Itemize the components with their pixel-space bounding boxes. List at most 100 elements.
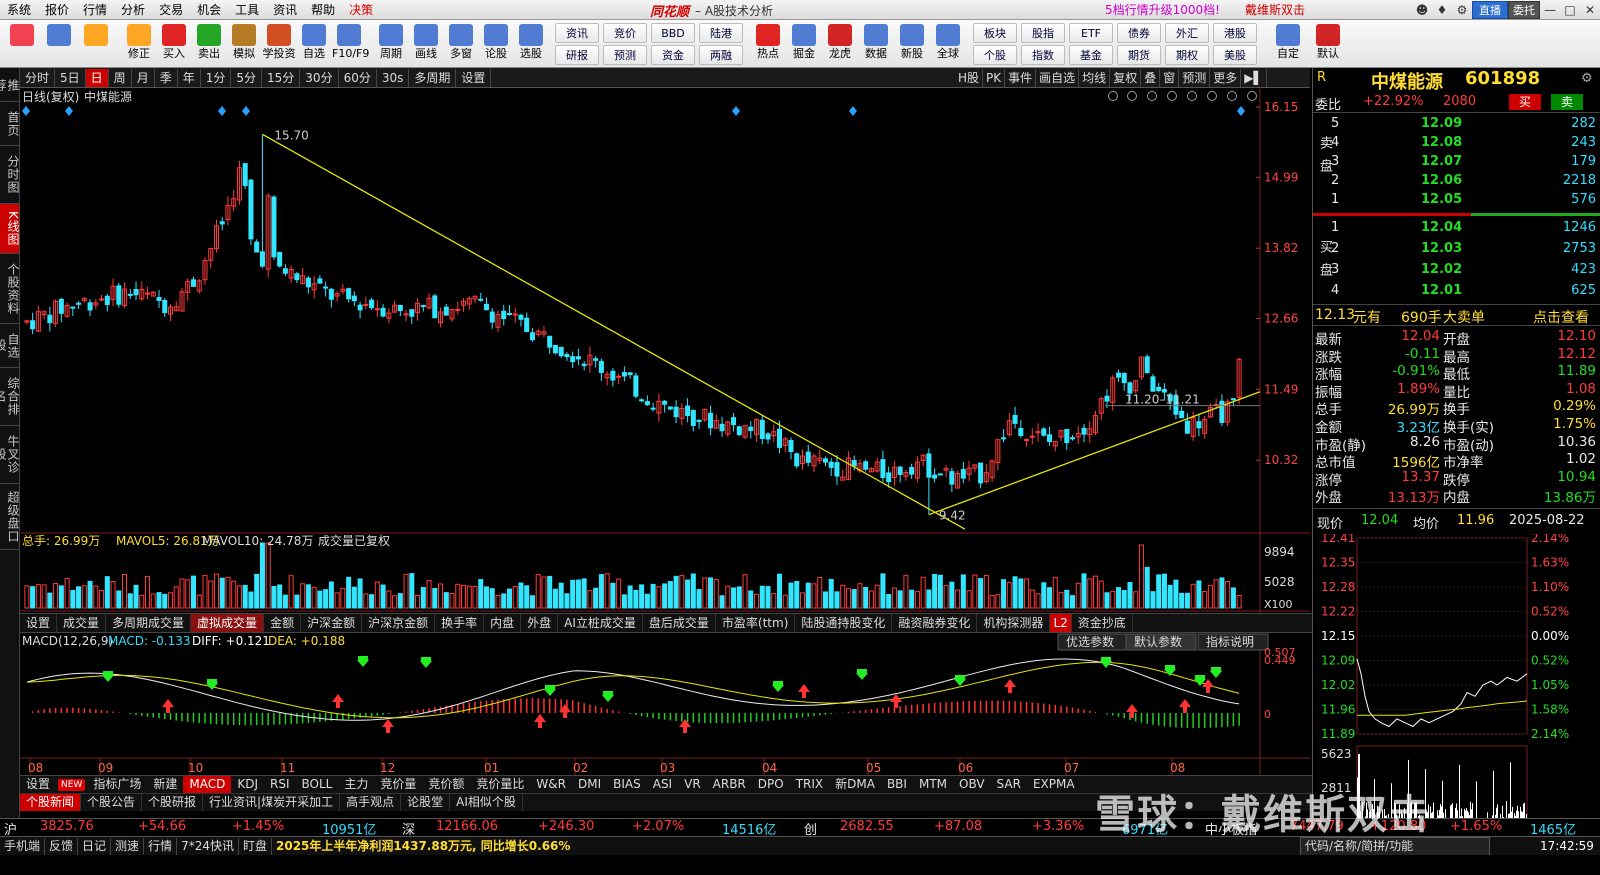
- news-tab-2[interactable]: 个股研报: [142, 794, 204, 811]
- period-tab-4[interactable]: 月: [132, 68, 155, 87]
- menu-market[interactable]: 行情: [76, 0, 114, 20]
- indicator-tab-3[interactable]: 新建: [147, 776, 183, 793]
- sell-price[interactable]: 12.07: [1421, 154, 1462, 169]
- toolbar-assistant-button[interactable]: [41, 22, 77, 66]
- indicator-tab-7[interactable]: BOLL: [296, 776, 339, 793]
- minimize-icon[interactable]: —: [1540, 3, 1560, 17]
- toolbar-buy-button[interactable]: 买入: [157, 22, 191, 66]
- menu-trade[interactable]: 交易: [152, 0, 190, 20]
- close-icon[interactable]: ✕: [1580, 3, 1600, 17]
- volume-indicator-4[interactable]: 金额: [264, 614, 302, 632]
- volume-indicator-8[interactable]: 内盘: [484, 614, 522, 632]
- settings-icon[interactable]: ⚙: [1452, 3, 1472, 17]
- big-order-link[interactable]: 点击查看: [1533, 307, 1589, 327]
- volume-indicator-16[interactable]: L2: [1050, 614, 1072, 632]
- period-tab-2[interactable]: 日: [85, 68, 109, 87]
- user-icon[interactable]: ☻: [1412, 3, 1432, 17]
- leftnav-item-5[interactable]: 自选股: [0, 324, 20, 368]
- status-feedback[interactable]: 反馈: [45, 837, 79, 855]
- toolbar-globe-button[interactable]: 全球: [931, 22, 965, 66]
- index-sh-value[interactable]: 3825.76: [40, 819, 94, 834]
- sell-price[interactable]: 12.05: [1421, 192, 1462, 207]
- chart-tool-6[interactable]: 叠: [1141, 69, 1161, 87]
- indicator-tab-13[interactable]: DMI: [572, 776, 607, 793]
- news-tab-4[interactable]: 高手观点: [340, 794, 402, 811]
- period-tab-8[interactable]: 5分: [231, 68, 263, 87]
- indicator-tab-17[interactable]: ARBR: [707, 776, 752, 793]
- indicator-tab-8[interactable]: 主力: [338, 776, 374, 793]
- indicator-tab-2[interactable]: 指标广场: [87, 776, 147, 793]
- status-diary[interactable]: 日记: [78, 837, 112, 855]
- menu-help[interactable]: 帮助: [304, 0, 342, 20]
- buy-price[interactable]: 12.02: [1421, 262, 1462, 277]
- toolbar-magnify-button[interactable]: 选股: [514, 22, 548, 66]
- toolbar-gold-button[interactable]: 掘金: [787, 22, 821, 66]
- chart-tool-1[interactable]: PK: [983, 69, 1006, 87]
- indicator-tab-12[interactable]: W&R: [530, 776, 572, 793]
- leftnav-item-7[interactable]: 牛叉诊股: [0, 426, 20, 484]
- bell-icon[interactable]: ♦: [1432, 3, 1452, 17]
- volume-indicator-7[interactable]: 换手率: [435, 614, 485, 632]
- indicator-tab-4[interactable]: MACD: [183, 776, 232, 793]
- news-ticker[interactable]: 2025年上半年净利润1437.88万元, 同比增长0.66%: [272, 838, 852, 855]
- toolbar-windows-button[interactable]: 多窗: [444, 22, 478, 66]
- sell-price[interactable]: 12.06: [1421, 173, 1462, 188]
- chart-tool-5[interactable]: 复权: [1110, 69, 1142, 87]
- toolbar-f10-button[interactable]: F10/F9: [332, 22, 369, 66]
- indicator-tab-15[interactable]: ASI: [647, 776, 678, 793]
- toolbar-clock-button[interactable]: 周期: [374, 22, 408, 66]
- leftnav-item-6[interactable]: 综合排名: [0, 368, 20, 426]
- news-tab-5[interactable]: 论股堂: [401, 794, 451, 811]
- indicator-tab-20[interactable]: 新DMA: [829, 776, 881, 793]
- volume-indicator-14[interactable]: 融资融券变化: [892, 614, 978, 632]
- volume-indicator-2[interactable]: 多周期成交量: [106, 614, 192, 632]
- toolbar-small-3-top[interactable]: 陆港: [699, 23, 743, 43]
- period-tab-12[interactable]: 30s: [377, 68, 410, 87]
- menu-analysis[interactable]: 分析: [114, 0, 152, 20]
- news-tab-0[interactable]: 个股新闻: [20, 794, 82, 811]
- volume-indicator-9[interactable]: 外盘: [521, 614, 559, 632]
- volume-indicator-13[interactable]: 陆股通持股变化: [795, 614, 893, 632]
- leftnav-item-0[interactable]: 推荐: [0, 70, 20, 102]
- indicator-tab-24[interactable]: SAR: [991, 776, 1027, 793]
- toolbar-small-0-top[interactable]: 资讯: [555, 23, 599, 43]
- volume-indicator-12[interactable]: 市盈率(ttm): [716, 614, 796, 632]
- period-tab-3[interactable]: 周: [109, 68, 132, 87]
- period-tab-7[interactable]: 1分: [201, 68, 232, 87]
- period-tab-10[interactable]: 30分: [300, 68, 339, 87]
- index-cy-value[interactable]: 2682.55: [840, 819, 894, 834]
- toolbar-hammer-button[interactable]: 模拟: [227, 22, 261, 66]
- order-button[interactable]: 委托: [1508, 1, 1540, 19]
- indicator-tab-16[interactable]: VR: [678, 776, 707, 793]
- sell-button[interactable]: 卖: [1551, 94, 1584, 110]
- toolbar-custom-button[interactable]: 自定: [1271, 22, 1305, 66]
- period-tab-11[interactable]: 60分: [339, 68, 377, 87]
- toolbar-small-1-top[interactable]: 竞价: [603, 23, 647, 43]
- toolbar-small2-4-top[interactable]: 外汇: [1165, 23, 1209, 43]
- status-speedtest[interactable]: 测速: [111, 837, 145, 855]
- toolbar-pe-button[interactable]: 数据: [859, 22, 893, 66]
- toolbar-small-2-top[interactable]: BBD: [651, 23, 695, 43]
- period-tab-9[interactable]: 15分: [262, 68, 301, 87]
- toolbar-small2-1-bottom[interactable]: 指数: [1021, 45, 1065, 65]
- buy-price[interactable]: 12.04: [1421, 220, 1462, 235]
- volume-indicator-6[interactable]: 沪深京金额: [362, 614, 436, 632]
- maximize-icon[interactable]: □: [1560, 3, 1580, 17]
- toolbar-small2-0-bottom[interactable]: 个股: [973, 45, 1017, 65]
- leftnav-item-1[interactable]: 首页: [0, 102, 20, 146]
- news-tab-3[interactable]: 行业资讯|煤炭开采加工: [203, 794, 341, 811]
- period-tab-5[interactable]: 季: [155, 68, 178, 87]
- toolbar-small2-3-bottom[interactable]: 期货: [1117, 45, 1161, 65]
- toolbar-lun-button[interactable]: 论股: [479, 22, 513, 66]
- indicator-tab-9[interactable]: 竞价量: [374, 776, 422, 793]
- toolbar-dragon-button[interactable]: 龙虎: [823, 22, 857, 66]
- indicator-tab-14[interactable]: BIAS: [607, 776, 647, 793]
- live-button[interactable]: 直播: [1472, 1, 1508, 19]
- period-tab-1[interactable]: 5日: [55, 68, 86, 87]
- indicator-tab-6[interactable]: RSI: [264, 776, 296, 793]
- leftnav-item-4[interactable]: 个股资料: [0, 254, 20, 324]
- kline-chart[interactable]: 16.15 14.99 13.82 12.66 11.49 10.32 日线(复权) 中煤能源…: [20, 88, 1310, 840]
- sell-price[interactable]: 12.09: [1421, 116, 1462, 131]
- menu-tools[interactable]: 工具: [228, 0, 266, 20]
- period-tab-0[interactable]: 分时: [20, 68, 56, 87]
